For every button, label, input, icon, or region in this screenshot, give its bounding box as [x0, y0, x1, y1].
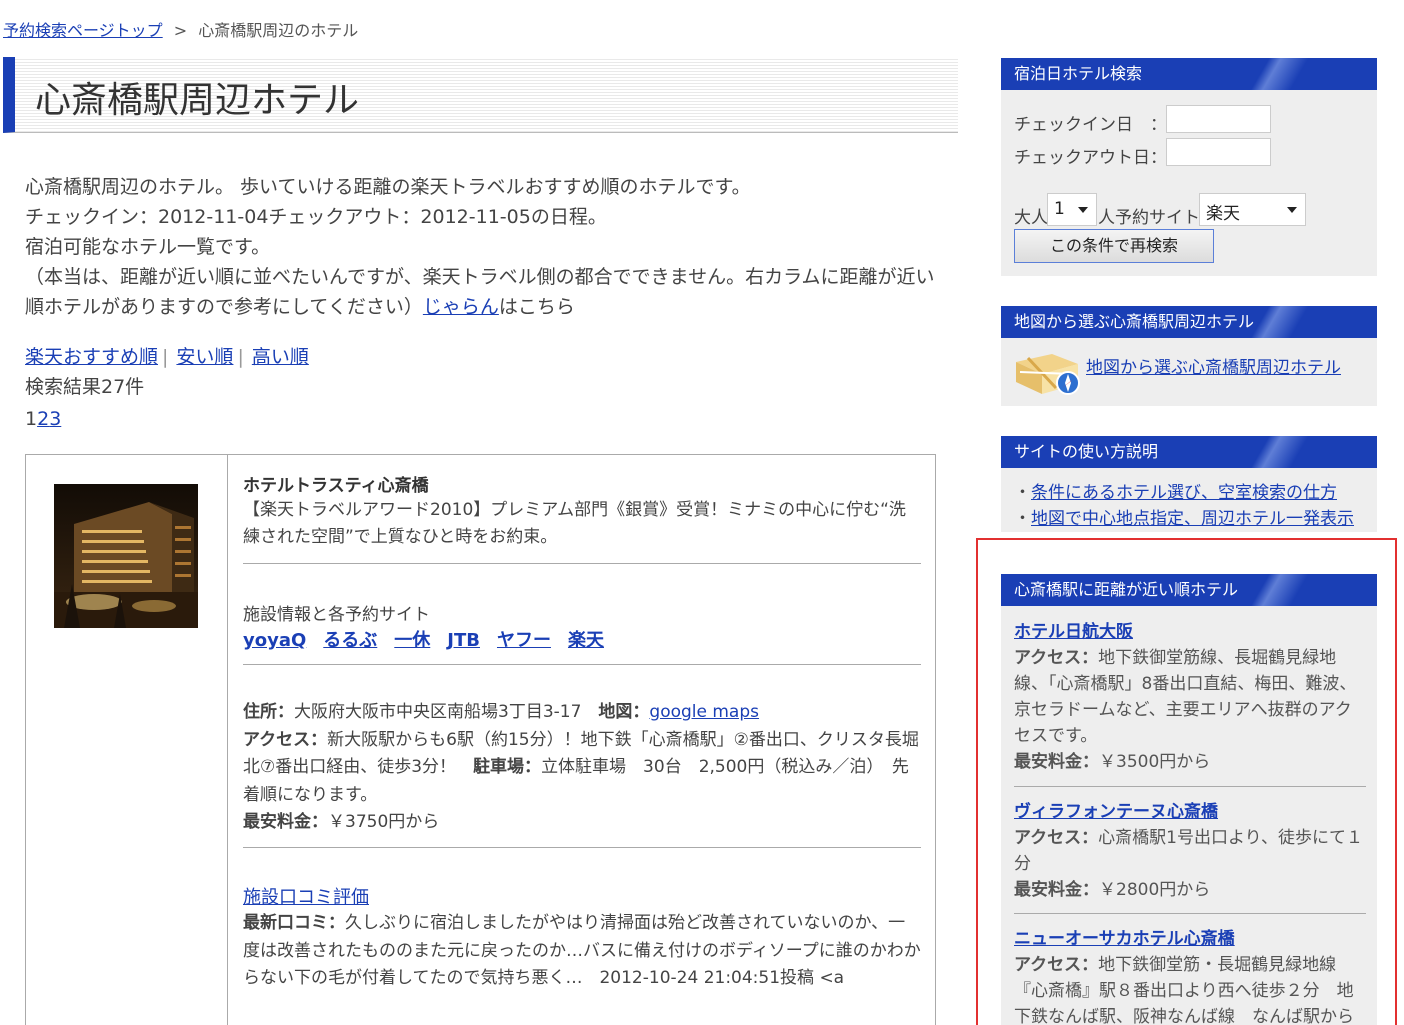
hotel-description: 【楽天トラベルアワード2010】プレミアム部門《銀賞》受賞！ミナミの中心に佇む“… [243, 500, 906, 547]
site-link-jtb[interactable]: JTB [447, 630, 480, 651]
map-icon [1016, 354, 1080, 395]
map-select-link[interactable]: 地図から選ぶ心斎橋駅周辺ホテル [1086, 353, 1341, 378]
highlight-frame [976, 538, 1397, 1025]
address-label: 住所： [243, 702, 294, 722]
map-label: 地図： [598, 702, 650, 722]
sort-links: 楽天おすすめ順 | 安い順 | 高い順 [25, 342, 309, 372]
pager-link-3[interactable]: 3 [49, 408, 61, 430]
adults-label: 大人 [1014, 208, 1048, 228]
page-title: 心斎橋駅周辺ホテル [35, 80, 360, 121]
bullet: ・ [1014, 509, 1031, 529]
adults-value: 1 [1054, 199, 1065, 219]
review-text: 最新口コミ：久しぶりに宿泊しましたがやはり清掃面は殆ど改善されていないのか、一度… [243, 910, 921, 993]
site-link-rurubu[interactable]: るるぶ [323, 630, 377, 651]
address-value: 大阪府大阪市中央区南船場3丁目3-17 [294, 702, 582, 722]
intro-line-1: 心斎橋駅周辺のホテル。 歩いていける距離の楽天トラベルおすすめ順のホテルです。 [25, 176, 751, 198]
intro-text: 心斎橋駅周辺のホテル。 歩いていける距離の楽天トラベルおすすめ順のホテルです。 … [25, 172, 935, 322]
hotel-photo-image [54, 484, 198, 628]
page-title-box: 心斎橋駅周辺ホテル [3, 57, 958, 133]
intro-line-4: （本当は、距離が近い順に並べたいんですが、楽天トラベル側の都合でできません。右カ… [25, 262, 935, 322]
map-panel: 地図から選ぶ心斎橋駅周辺ホテル 地図から選ぶ心斎橋駅周辺ホテル [1001, 306, 1377, 406]
pager-current: 1 [25, 408, 38, 430]
breadcrumb-home-link[interactable]: 予約検索ページトップ [3, 21, 163, 40]
access-row: アクセス：新大阪駅からも6駅（約15分）！地下鉄「心斎橋駅」②番出口、クリスタ長… [243, 727, 921, 810]
people-unit: 人 [1098, 208, 1115, 228]
site-link-yoyaq[interactable]: yoyaQ [243, 630, 306, 651]
chevron-down-icon [1078, 207, 1088, 213]
review-label: 最新口コミ： [243, 913, 345, 933]
divider [243, 847, 921, 848]
research-button[interactable]: この条件で再検索 [1014, 229, 1214, 263]
sort-cheap-link[interactable]: 安い順 [176, 346, 233, 368]
review-title-link[interactable]: 施設口コミ評価 [243, 883, 369, 909]
sort-separator: | [237, 346, 244, 368]
howto-list: ・条件にあるホテル選び、空室検索の仕方 ・地図で中心地点指定、周辺ホテル一発表示 [1014, 480, 1354, 532]
adults-select[interactable]: 1 [1047, 193, 1097, 226]
howto-panel-title: サイトの使い方説明 [1001, 436, 1377, 468]
hotel-card: ホテルトラスティ心斎橋 【楽天トラベルアワード2010】プレミアム部門《銀賞》受… [25, 454, 936, 1025]
google-maps-link[interactable]: google maps [649, 702, 759, 722]
price-row: 最安料金：￥3750円から [243, 809, 921, 837]
sites-label: 施設情報と各予約サイト [243, 605, 430, 625]
search-panel-title: 宿泊日ホテル検索 [1001, 58, 1377, 90]
jalan-suffix: はこちら [498, 296, 575, 318]
checkout-label: チェックアウト日： [1014, 148, 1167, 168]
howto-item: ・条件にあるホテル選び、空室検索の仕方 [1014, 480, 1354, 506]
people-label: 人予約サイト [1098, 203, 1200, 228]
access-label: アクセス： [243, 729, 328, 750]
review-value: 久しぶりに宿泊しましたがやはり清掃面は殆ど改善されていないのか、一度は改善された… [243, 913, 921, 988]
sort-expensive-link[interactable]: 高い順 [252, 346, 309, 368]
breadcrumb: 予約検索ページトップ > 心斎橋駅周辺のホテル [3, 17, 358, 41]
address-row: 住所：大阪府大阪市中央区南船場3丁目3-17 地図：google maps [243, 699, 921, 727]
parking-label: 駐車場： [473, 757, 542, 777]
site-select[interactable]: 楽天 [1199, 193, 1306, 226]
divider [243, 664, 921, 665]
sort-separator: | [162, 346, 169, 368]
site-links: yoyaQ るるぶ 一休 JTB ヤフー 楽天 [243, 626, 621, 652]
site-label: 予約サイト [1115, 208, 1200, 228]
search-panel: 宿泊日ホテル検索 チェックイン日 ： チェックアウト日： 大人 1 人予約サイト… [1001, 58, 1377, 276]
site-link-rakuten[interactable]: 楽天 [568, 630, 604, 651]
hotel-thumb-column [26, 455, 228, 1025]
price-label: 最安料金： [243, 812, 328, 832]
intro-line-2: チェックイン：2012-11-04チェックアウト：2012-11-05の日程。 [25, 206, 607, 228]
site-value: 楽天 [1206, 204, 1240, 224]
hotel-photo[interactable] [54, 484, 198, 628]
chevron-down-icon [1287, 207, 1297, 213]
breadcrumb-separator: > [173, 21, 188, 40]
hotel-details: 住所：大阪府大阪市中央区南船場3丁目3-17 地図：google maps アク… [243, 699, 921, 837]
pager: 123 [25, 404, 61, 434]
checkin-date-input[interactable] [1166, 105, 1271, 133]
howto-item: ・地図で中心地点指定、周辺ホテル一発表示 [1014, 506, 1354, 532]
breadcrumb-current: 心斎橋駅周辺のホテル [198, 21, 359, 40]
intro-line-3: 宿泊可能なホテル一覧です。 [25, 236, 271, 258]
hotel-name: ホテルトラスティ心斎橋 [243, 476, 429, 496]
price-value: ￥3750円から [328, 812, 440, 832]
checkout-date-input[interactable] [1166, 138, 1271, 166]
site-link-ikyu[interactable]: 一休 [394, 630, 430, 651]
howto-panel: サイトの使い方説明 ・条件にあるホテル選び、空室検索の仕方 ・地図で中心地点指定… [1001, 436, 1377, 532]
checkin-label: チェックイン日 ： [1014, 115, 1167, 135]
map-panel-title: 地図から選ぶ心斎橋駅周辺ホテル [1001, 306, 1377, 338]
divider [243, 563, 921, 564]
result-count: 検索結果27件 [25, 376, 145, 398]
bullet: ・ [1014, 483, 1031, 503]
howto-link-search[interactable]: 条件にあるホテル選び、空室検索の仕方 [1031, 483, 1337, 503]
sort-recommended-link[interactable]: 楽天おすすめ順 [25, 346, 158, 368]
site-link-yahoo[interactable]: ヤフー [497, 630, 551, 651]
jalan-link[interactable]: じゃらん [423, 296, 499, 318]
howto-link-map[interactable]: 地図で中心地点指定、周辺ホテル一発表示 [1031, 509, 1354, 529]
pager-link-2[interactable]: 2 [37, 408, 49, 430]
